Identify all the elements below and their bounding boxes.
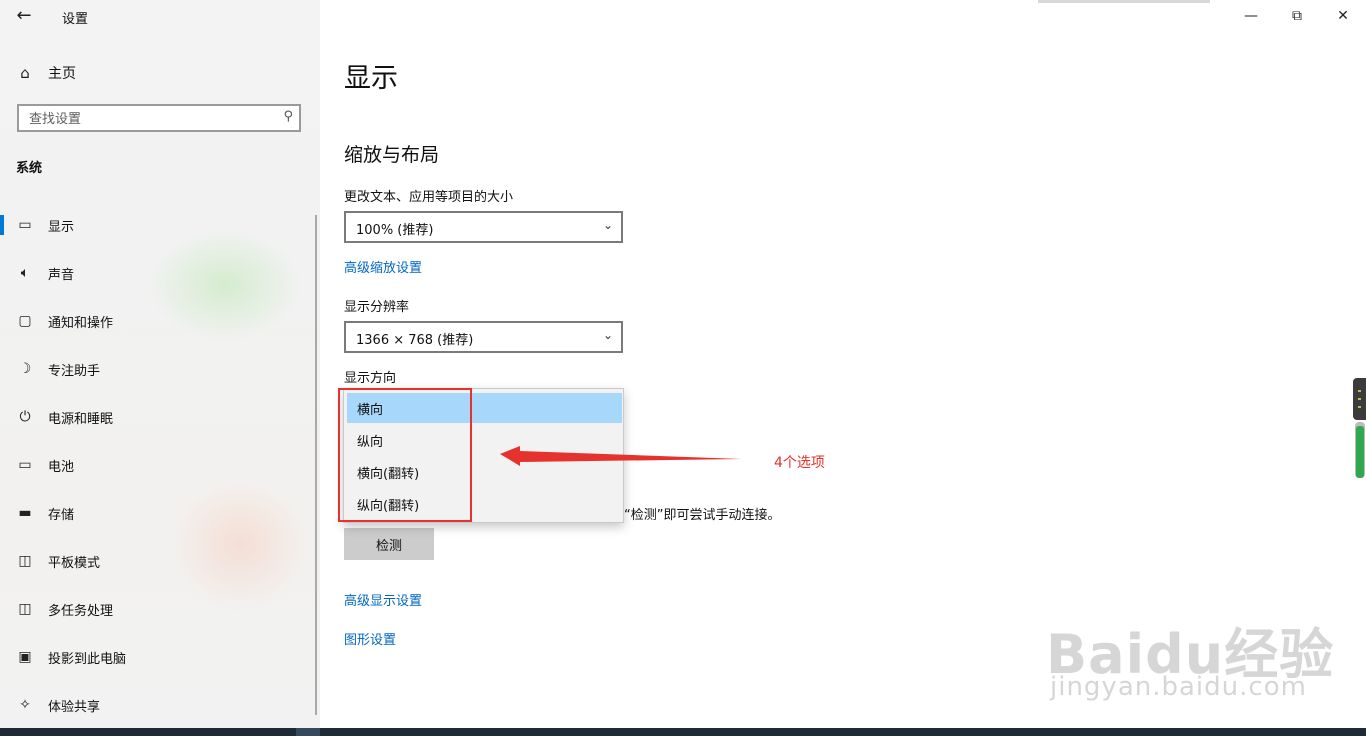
- sidebar-item-label: 平板模式: [48, 555, 101, 571]
- annotation-label: 4个选项: [774, 455, 825, 471]
- detect-button[interactable]: 检测: [344, 528, 434, 560]
- baidu-watermark: Baidu经验 jingyan.baidu.com: [1046, 610, 1334, 702]
- power-icon: ⏻: [19, 409, 31, 425]
- page-title: 显示: [344, 63, 398, 94]
- sidebar-item-label: 投影到此电脑: [48, 651, 127, 667]
- sidebar-scrollbar[interactable]: [315, 215, 317, 715]
- window-shadow: [1038, 0, 1210, 3]
- notification-icon: ▢: [18, 313, 32, 329]
- section-heading: 缩放与布局: [344, 144, 440, 166]
- moon-icon: ☽: [18, 361, 32, 377]
- sidebar-item-label: 电源和睡眠: [48, 411, 114, 427]
- sidebar-item-label: 多任务处理: [48, 603, 114, 619]
- side-toolbar-handle[interactable]: [1353, 378, 1366, 420]
- multitask-icon: ◫: [18, 601, 32, 617]
- sidebar-item-label: 声音: [48, 267, 75, 283]
- handle-dot: [1358, 398, 1361, 400]
- sidebar-item-label: 显示: [48, 219, 75, 235]
- scale-label: 更改文本、应用等项目的大小: [344, 190, 514, 205]
- scale-dropdown[interactable]: 100% (推荐) ⌄: [344, 211, 623, 243]
- sidebar-item-project[interactable]: ▣ 投影到此电脑: [0, 637, 318, 677]
- level-gauge-fill: [1356, 426, 1364, 478]
- sidebar-home[interactable]: ⌂ 主页: [16, 62, 76, 84]
- app-title: 设置: [62, 12, 89, 27]
- resolution-label: 显示分辨率: [344, 300, 410, 315]
- search-input[interactable]: [27, 109, 271, 129]
- resolution-value: 1366 × 768 (推荐): [356, 333, 474, 348]
- sidebar-item-tablet[interactable]: ◫ 平板模式: [0, 541, 318, 581]
- taskbar: [0, 728, 1366, 736]
- close-icon[interactable]: ✕: [1320, 0, 1366, 32]
- sidebar-item-shared[interactable]: ✧ 体验共享: [0, 685, 318, 725]
- chevron-down-icon: ⌄: [602, 218, 613, 232]
- detect-hint: “检测”即可尝试手动连接。: [624, 508, 781, 523]
- sidebar-item-label: 体验共享: [48, 699, 101, 715]
- sidebar-home-label: 主页: [48, 66, 76, 82]
- search-box[interactable]: ⚲: [17, 104, 301, 132]
- speaker-icon: 🔈︎: [20, 265, 30, 281]
- advanced-display-link[interactable]: 高级显示设置: [344, 590, 422, 609]
- sidebar-item-label: 电池: [48, 459, 75, 475]
- sidebar-item-label: 专注助手: [48, 363, 101, 379]
- restore-icon[interactable]: ⧉: [1274, 0, 1320, 32]
- monitor-icon: ▭: [18, 217, 32, 233]
- level-gauge: [1355, 422, 1365, 478]
- minimize-icon[interactable]: —: [1228, 0, 1274, 32]
- sidebar-item-battery[interactable]: ▭ 电池: [0, 445, 318, 485]
- sidebar-item-label: 通知和操作: [48, 315, 114, 331]
- annotation-highlight-box: [338, 388, 472, 522]
- chevron-down-icon: ⌄: [602, 328, 613, 342]
- battery-icon: ▭: [18, 457, 32, 473]
- advanced-scaling-link[interactable]: 高级缩放设置: [344, 257, 422, 276]
- sidebar: ← 设置 ⌂ 主页 ⚲ 系统 ▭ 显示 🔈︎ 声音 ▢ 通知和操作 ☽ 专注助手…: [0, 0, 320, 728]
- tablet-icon: ◫: [18, 553, 32, 569]
- sidebar-item-focus[interactable]: ☽ 专注助手: [0, 349, 318, 389]
- scale-value: 100% (推荐): [356, 223, 434, 238]
- resolution-dropdown[interactable]: 1366 × 768 (推荐) ⌄: [344, 321, 623, 353]
- sidebar-item-sound[interactable]: 🔈︎ 声音: [0, 253, 318, 293]
- search-icon[interactable]: ⚲: [283, 109, 293, 124]
- share-icon: ✧: [19, 697, 31, 713]
- sidebar-item-display[interactable]: ▭ 显示: [0, 205, 318, 245]
- sidebar-item-multitasking[interactable]: ◫ 多任务处理: [0, 589, 318, 629]
- project-icon: ▣: [18, 649, 32, 665]
- sidebar-section-title: 系统: [16, 161, 43, 176]
- sidebar-item-label: 存储: [48, 507, 75, 523]
- storage-icon: ▬: [18, 505, 32, 521]
- home-icon: ⌂: [20, 64, 30, 82]
- back-arrow-icon[interactable]: ←: [10, 4, 38, 28]
- handle-dot: [1358, 390, 1361, 392]
- sidebar-item-storage[interactable]: ▬ 存储: [0, 493, 318, 533]
- sidebar-item-notifications[interactable]: ▢ 通知和操作: [0, 301, 318, 341]
- graphics-settings-link[interactable]: 图形设置: [344, 629, 396, 648]
- handle-dot: [1358, 406, 1361, 408]
- orientation-label: 显示方向: [344, 371, 397, 386]
- watermark-url: jingyan.baidu.com: [1050, 672, 1307, 702]
- sidebar-item-power[interactable]: ⏻ 电源和睡眠: [0, 397, 318, 437]
- taskbar-active-app[interactable]: [296, 728, 320, 736]
